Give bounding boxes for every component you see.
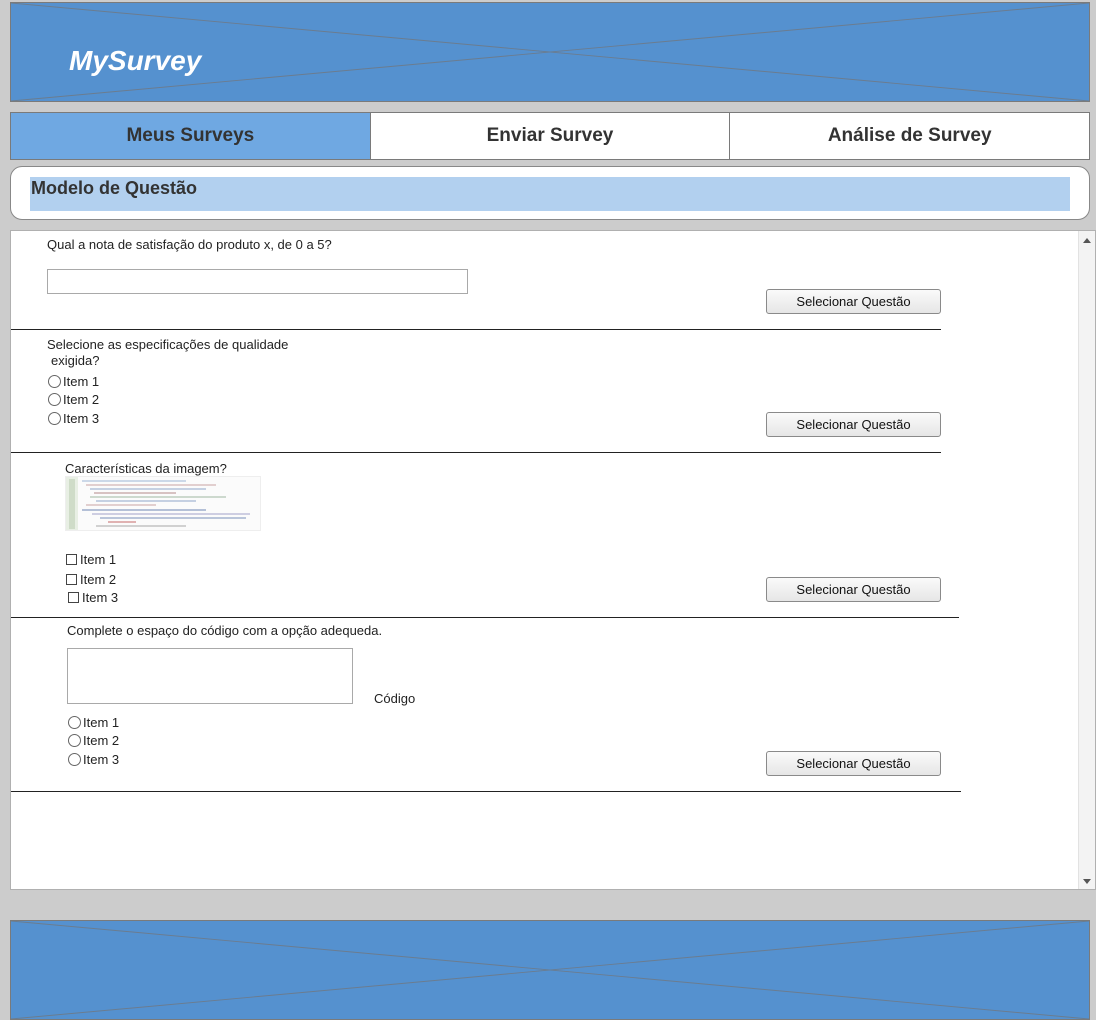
vertical-scrollbar[interactable]: [1078, 231, 1095, 889]
tab-analise-survey[interactable]: Análise de Survey: [730, 113, 1089, 159]
question-1-text: Qual a nota de satisfação do produto x, …: [47, 237, 332, 252]
section-header: Modelo de Questão: [10, 166, 1090, 220]
main-nav-tabs: Meus Surveys Enviar Survey Análise de Su…: [10, 112, 1090, 160]
question-2-option-2[interactable]: Item 2: [48, 390, 99, 408]
question-divider: [11, 329, 941, 330]
question-4-code-label: Código: [374, 691, 416, 706]
option-label: Item 2: [63, 391, 100, 407]
footer-banner: [10, 920, 1090, 1020]
option-label: Item 1: [83, 714, 120, 730]
option-label: Item 2: [80, 571, 117, 587]
option-label: Item 1: [80, 551, 117, 567]
question-3-image: [65, 476, 261, 531]
scroll-up-icon[interactable]: [1083, 238, 1091, 243]
checkbox-icon[interactable]: [66, 573, 77, 585]
option-label: Item 3: [83, 751, 120, 767]
app-logo[interactable]: MySurvey: [69, 45, 201, 77]
scroll-down-icon[interactable]: [1083, 879, 1091, 884]
checkbox-icon[interactable]: [68, 591, 79, 603]
section-title: Modelo de Questão: [30, 177, 1070, 211]
question-4-code-box[interactable]: [67, 648, 353, 704]
radio-icon[interactable]: [48, 374, 61, 388]
question-divider: [11, 791, 961, 792]
radio-icon[interactable]: [48, 411, 61, 425]
code-screenshot-thumbnail: [66, 477, 250, 530]
question-1-answer-input[interactable]: [47, 269, 468, 294]
question-divider: [11, 617, 959, 618]
option-label: Item 3: [82, 589, 119, 605]
question-3-option-1[interactable]: Item 1: [66, 550, 116, 568]
questions-panel: Qual a nota de satisfação do produto x, …: [10, 230, 1096, 890]
select-question-3-button[interactable]: Selecionar Questão: [766, 577, 941, 602]
option-label: Item 2: [83, 732, 120, 748]
radio-icon[interactable]: [68, 752, 81, 766]
question-4-option-2[interactable]: Item 2: [68, 731, 119, 749]
question-4-text: Complete o espaço do código com a opção …: [67, 623, 383, 638]
question-3-option-2[interactable]: Item 2: [66, 570, 116, 588]
question-2-text-line1: Selecione as especificações de qualidade: [47, 337, 289, 352]
question-3-text: Características da imagem?: [65, 461, 227, 476]
select-question-4-button[interactable]: Selecionar Questão: [766, 751, 941, 776]
question-2-text-line2: exigida?: [51, 353, 100, 368]
question-2-option-1[interactable]: Item 1: [48, 372, 99, 390]
radio-icon[interactable]: [48, 392, 61, 406]
question-4-option-3[interactable]: Item 3: [68, 750, 119, 768]
question-2-option-3[interactable]: Item 3: [48, 409, 99, 427]
radio-icon[interactable]: [68, 715, 81, 729]
tab-enviar-survey[interactable]: Enviar Survey: [371, 113, 731, 159]
question-4-option-1[interactable]: Item 1: [68, 713, 119, 731]
header-banner: MySurvey: [10, 2, 1090, 102]
option-label: Item 1: [63, 373, 100, 389]
checkbox-icon[interactable]: [66, 553, 77, 565]
option-label: Item 3: [63, 410, 100, 426]
radio-icon[interactable]: [68, 733, 81, 747]
question-divider: [11, 452, 941, 453]
select-question-1-button[interactable]: Selecionar Questão: [766, 289, 941, 314]
question-3-option-3[interactable]: Item 3: [68, 588, 118, 606]
select-question-2-button[interactable]: Selecionar Questão: [766, 412, 941, 437]
tab-meus-surveys[interactable]: Meus Surveys: [11, 113, 371, 159]
placeholder-cross-icon: [11, 921, 1089, 1019]
